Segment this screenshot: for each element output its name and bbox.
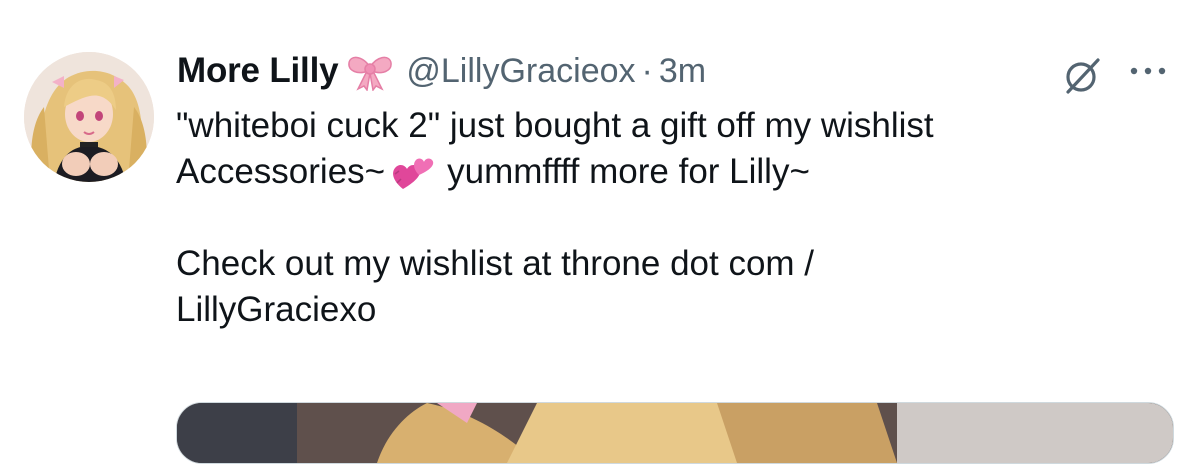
tweet-line-4: LillyGraciexo [176, 290, 377, 329]
separator-dot: · [641, 51, 653, 90]
avatar[interactable] [24, 52, 154, 182]
tweet-text: "whiteboi cuck 2" just bought a gift off… [176, 103, 1176, 333]
tweet[interactable]: More Lilly @LillyGracieox · 3m "whiteboi… [0, 0, 1199, 464]
tweet-line-1: "whiteboi cuck 2" just bought a gift off… [176, 106, 934, 145]
tweet-line-3: Check out my wishlist at throne dot com … [176, 244, 815, 283]
timestamp[interactable]: 3m [659, 52, 706, 91]
grok-icon[interactable] [1062, 54, 1104, 96]
tweet-media[interactable] [176, 402, 1174, 464]
tweet-line-2a: Accessories~ [176, 152, 386, 191]
user-handle[interactable]: @LillyGracieox [406, 52, 635, 91]
display-name[interactable]: More Lilly [177, 51, 339, 91]
tweet-line-2b: yummffff more for Lilly~ [447, 152, 810, 191]
more-icon[interactable] [1126, 56, 1170, 86]
tweet-line-2: Accessories~ yummffff more for Lilly~ [176, 149, 1176, 195]
two-hearts-icon [389, 151, 435, 191]
tweet-header: More Lilly @LillyGracieox · 3m [177, 46, 706, 96]
ribbon-icon [346, 51, 394, 92]
